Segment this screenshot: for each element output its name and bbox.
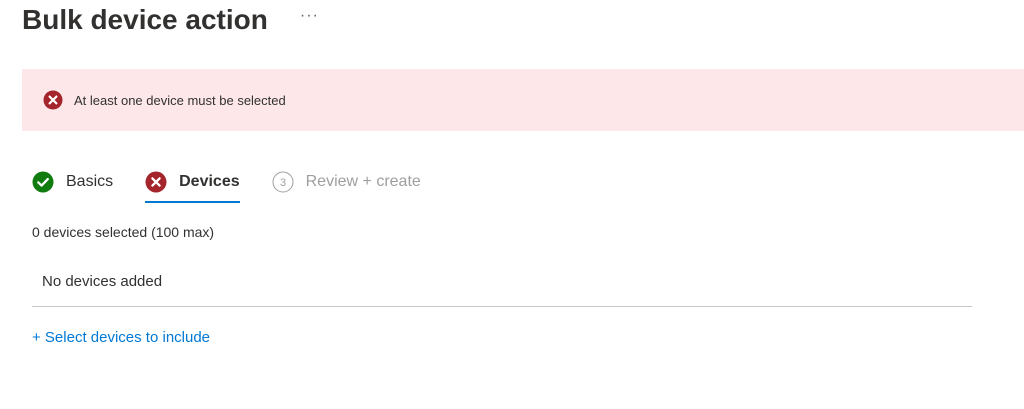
- error-icon: [145, 171, 167, 193]
- tab-devices[interactable]: Devices: [145, 166, 240, 203]
- selection-count: 0 devices selected (100 max): [32, 224, 215, 240]
- more-options-icon[interactable]: ···: [300, 8, 319, 24]
- tab-review-create[interactable]: 3 Review + create: [272, 166, 421, 198]
- tab-basics[interactable]: Basics: [32, 166, 113, 198]
- wizard-steps: Basics Devices 3 Review + create: [32, 166, 453, 206]
- tab-review-create-label: Review + create: [305, 173, 421, 190]
- select-devices-link[interactable]: + Select devices to include: [32, 329, 210, 346]
- tab-basics-label: Basics: [66, 173, 114, 190]
- error-banner: At least one device must be selected: [22, 69, 1024, 131]
- step-number: 3: [280, 177, 286, 189]
- page-header: Bulk device action ···: [22, 0, 319, 40]
- tab-devices-label: Devices: [179, 173, 240, 190]
- checkmark-circle-icon: [32, 171, 54, 193]
- empty-devices-text: No devices added: [42, 273, 163, 290]
- step-number-icon: 3: [272, 171, 294, 193]
- empty-devices-row: No devices added: [32, 257, 972, 307]
- page-title: Bulk device action: [22, 4, 268, 35]
- error-message: At least one device must be selected: [74, 92, 286, 108]
- error-icon: [43, 90, 63, 110]
